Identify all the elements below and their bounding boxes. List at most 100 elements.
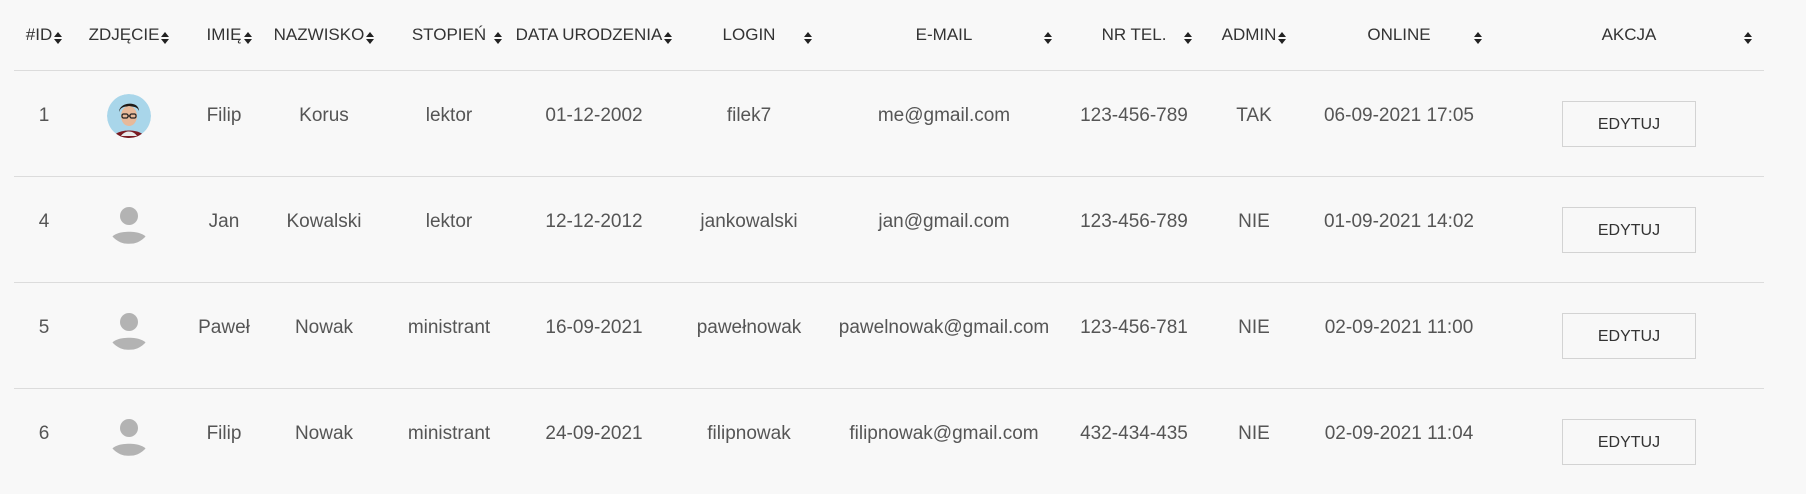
column-header-id[interactable]: #ID	[14, 0, 74, 71]
cell-value-phone: 123-456-781	[1080, 317, 1188, 338]
sort-icon[interactable]	[1278, 29, 1286, 41]
cell-birth-date: 16-09-2021	[514, 283, 674, 389]
cell-phone: 123-456-789	[1064, 71, 1204, 177]
users-table-container: #ID ZDJĘCIE IMIĘ NAZWISKO STOPIEŃ DATA URODZE…	[14, 0, 1764, 494]
cell-value-admin: NIE	[1238, 317, 1270, 338]
sort-icon[interactable]	[1474, 29, 1482, 41]
cell-email: jan@gmail.com	[824, 177, 1064, 283]
cell-value-rank: lektor	[426, 105, 472, 126]
cell-value-admin: TAK	[1236, 105, 1272, 126]
cell-value-online: 06-09-2021 17:05	[1324, 105, 1474, 126]
cell-action: EDYTUJ	[1494, 71, 1764, 177]
sort-icon[interactable]	[54, 29, 62, 41]
edit-button[interactable]: EDYTUJ	[1562, 101, 1696, 147]
column-header-admin[interactable]: ADMIN	[1204, 0, 1304, 71]
cell-online: 06-09-2021 17:05	[1304, 71, 1494, 177]
cell-value-first-name: Paweł	[198, 317, 250, 338]
cell-rank: ministrant	[384, 389, 514, 494]
cell-value-phone: 432-434-435	[1080, 423, 1188, 444]
cell-birth-date: 24-09-2021	[514, 389, 674, 494]
column-header-last-name[interactable]: NAZWISKO	[264, 0, 384, 71]
column-header-birth-date[interactable]: DATA URODZENIA	[514, 0, 674, 71]
column-header-first-name[interactable]: IMIĘ	[184, 0, 264, 71]
cell-value-email: me@gmail.com	[878, 105, 1010, 126]
cell-value-rank: lektor	[426, 211, 472, 232]
column-header-text: ZDJĘCIE	[89, 25, 160, 45]
cell-value-online: 01-09-2021 14:02	[1324, 211, 1474, 232]
cell-last-name: Kowalski	[264, 177, 384, 283]
column-header-email[interactable]: E-MAIL	[824, 0, 1064, 71]
sort-icon[interactable]	[366, 29, 374, 41]
sort-icon[interactable]	[1744, 29, 1752, 41]
cell-email: filipnowak@gmail.com	[824, 389, 1064, 494]
cell-birth-date: 12-12-2012	[514, 177, 674, 283]
column-header-text: IMIĘ	[207, 25, 242, 45]
cell-value-first-name: Filip	[207, 105, 242, 126]
sort-icon[interactable]	[664, 29, 672, 41]
column-header-label: E-MAIL	[916, 25, 973, 45]
cell-login: jankowalski	[674, 177, 824, 283]
cell-id: 6	[14, 389, 74, 494]
cell-rank: ministrant	[384, 283, 514, 389]
cell-value-birth-date: 16-09-2021	[545, 317, 642, 338]
column-header-text: NR TEL.	[1102, 25, 1167, 45]
sort-icon[interactable]	[161, 29, 169, 41]
table-row: 1FilipKoruslektor01-12-2002filek7me@gmai…	[14, 71, 1764, 177]
cell-value-birth-date: 24-09-2021	[545, 423, 642, 444]
cell-value-rank: ministrant	[408, 423, 490, 444]
cell-photo	[74, 177, 184, 283]
cell-value-login: pawełnowak	[697, 317, 802, 338]
cell-value-last-name: Kowalski	[287, 211, 362, 232]
column-header-text: NAZWISKO	[274, 25, 365, 45]
cell-id: 4	[14, 177, 74, 283]
cell-admin: NIE	[1204, 177, 1304, 283]
edit-button[interactable]: EDYTUJ	[1562, 207, 1696, 253]
column-header-label: NAZWISKO	[274, 25, 375, 45]
sort-icon[interactable]	[1044, 29, 1052, 41]
cell-value-online: 02-09-2021 11:04	[1325, 423, 1474, 444]
column-header-phone[interactable]: NR TEL.	[1064, 0, 1204, 71]
edit-button[interactable]: EDYTUJ	[1562, 419, 1696, 465]
cell-value-phone: 123-456-789	[1080, 211, 1188, 232]
cell-value-login: jankowalski	[700, 211, 797, 232]
sort-icon[interactable]	[1184, 29, 1192, 41]
cell-email: me@gmail.com	[824, 71, 1064, 177]
column-header-login[interactable]: LOGIN	[674, 0, 824, 71]
cell-id: 5	[14, 283, 74, 389]
column-header-label: ONLINE	[1367, 25, 1430, 45]
table-body: 1FilipKoruslektor01-12-2002filek7me@gmai…	[14, 71, 1764, 494]
cell-value-login: filipnowak	[707, 423, 790, 444]
cell-value-email: filipnowak@gmail.com	[849, 423, 1038, 444]
cell-rank: lektor	[384, 177, 514, 283]
column-header-label: #ID	[26, 25, 62, 45]
edit-button[interactable]: EDYTUJ	[1562, 313, 1696, 359]
sort-icon[interactable]	[804, 29, 812, 41]
cell-first-name: Jan	[184, 177, 264, 283]
column-header-text: STOPIEŃ	[412, 25, 486, 45]
sort-icon[interactable]	[244, 29, 252, 41]
cell-value-phone: 123-456-789	[1080, 105, 1188, 126]
cell-login: filek7	[674, 71, 824, 177]
cell-email: pawelnowak@gmail.com	[824, 283, 1064, 389]
column-header-online[interactable]: ONLINE	[1304, 0, 1494, 71]
cell-value-first-name: Jan	[209, 211, 240, 232]
column-header-text: AKCJA	[1602, 25, 1657, 45]
sort-icon[interactable]	[494, 29, 502, 41]
column-header-photo[interactable]: ZDJĘCIE	[74, 0, 184, 71]
cell-value-last-name: Korus	[299, 105, 349, 126]
cell-admin: NIE	[1204, 283, 1304, 389]
cell-action: EDYTUJ	[1494, 389, 1764, 494]
cell-login: pawełnowak	[674, 283, 824, 389]
cell-login: filipnowak	[674, 389, 824, 494]
cell-id: 1	[14, 71, 74, 177]
cell-action: EDYTUJ	[1494, 177, 1764, 283]
cell-value-email: jan@gmail.com	[878, 211, 1009, 232]
column-header-action[interactable]: AKCJA	[1494, 0, 1764, 71]
column-header-text: #ID	[26, 25, 52, 45]
cell-value-admin: NIE	[1238, 423, 1270, 444]
column-header-label: AKCJA	[1602, 25, 1657, 45]
column-header-label: DATA URODZENIA	[516, 25, 673, 45]
cell-action: EDYTUJ	[1494, 283, 1764, 389]
column-header-rank[interactable]: STOPIEŃ	[384, 0, 514, 71]
cell-first-name: Filip	[184, 389, 264, 494]
